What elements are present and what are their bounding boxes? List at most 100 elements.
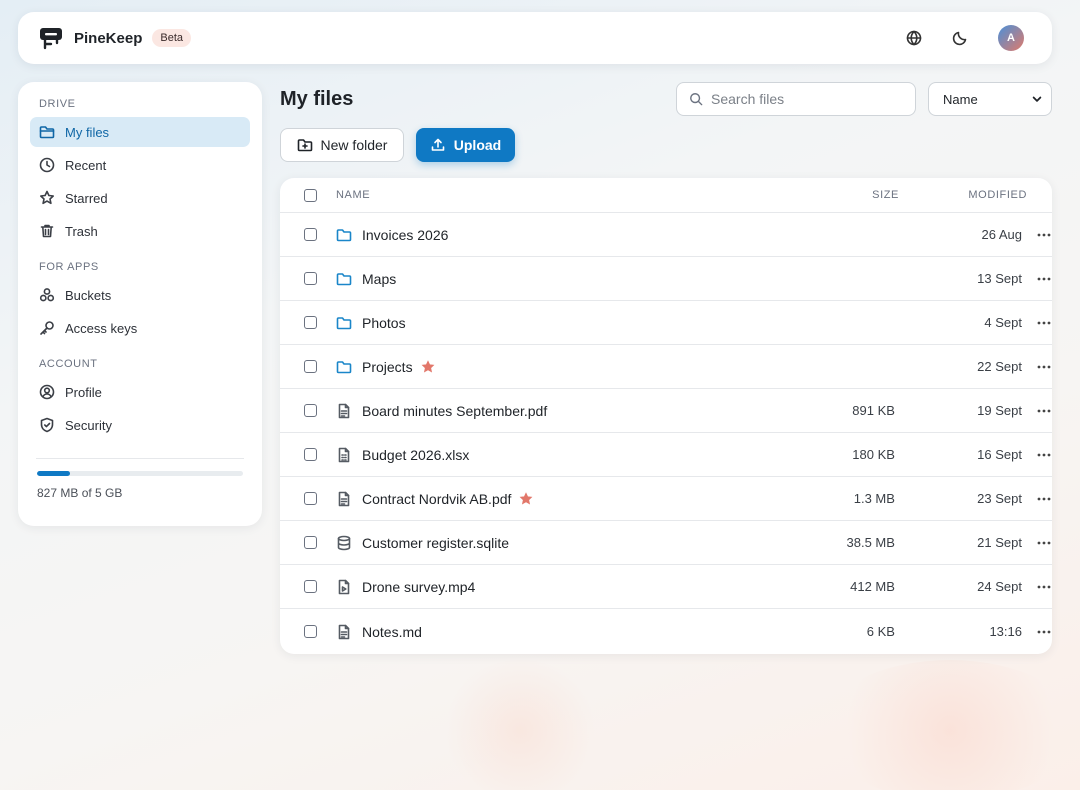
file-modified: 23 Sept (977, 491, 1022, 506)
pinekeep-logo-icon[interactable] (38, 25, 64, 51)
file-text-icon (336, 491, 352, 507)
select-all-checkbox[interactable] (304, 188, 317, 202)
file-name-cell[interactable]: Notes.md (336, 624, 753, 640)
upload-button[interactable]: Upload (416, 128, 515, 162)
upload-icon (430, 137, 446, 153)
file-name-cell[interactable]: Contract Nordvik AB.pdf (336, 491, 753, 507)
row-checkbox[interactable] (304, 228, 317, 241)
table-row[interactable]: Photos 4 Sept (280, 301, 1052, 345)
more-actions-icon[interactable] (1036, 359, 1052, 375)
column-header-name[interactable]: NAME (336, 189, 756, 201)
sidebar-item-buckets[interactable]: Buckets (30, 280, 250, 310)
search-box[interactable] (676, 82, 916, 116)
file-name[interactable]: Contract Nordvik AB.pdf (362, 491, 511, 507)
file-name-cell[interactable]: Customer register.sqlite (336, 535, 753, 551)
file-name[interactable]: Board minutes September.pdf (362, 403, 547, 419)
file-text-icon (336, 403, 352, 419)
file-name[interactable]: Photos (362, 315, 406, 331)
file-size: 6 KB (866, 624, 895, 639)
search-input[interactable] (711, 91, 901, 107)
file-name-cell[interactable]: Maps (336, 271, 753, 287)
sidebar-item-access-keys[interactable]: Access keys (30, 313, 250, 343)
file-text-icon (336, 624, 352, 640)
file-name[interactable]: Notes.md (362, 624, 422, 640)
sort-select-value: Name (943, 91, 978, 107)
more-actions-icon[interactable] (1036, 227, 1052, 243)
file-table: NAME SIZE MODIFIED Invoices 2026 26 Aug Ma… (280, 178, 1052, 654)
sidebar-item-label: Starred (65, 190, 108, 206)
table-row[interactable]: Maps 13 Sept (280, 257, 1052, 301)
file-modified: 22 Sept (977, 359, 1022, 374)
row-checkbox[interactable] (304, 316, 317, 329)
more-actions-icon[interactable] (1036, 447, 1052, 463)
file-name-cell[interactable]: Photos (336, 315, 753, 331)
file-name[interactable]: Drone survey.mp4 (362, 579, 475, 595)
background-glow (440, 660, 600, 790)
row-checkbox[interactable] (304, 404, 317, 417)
globe-icon[interactable] (906, 30, 922, 46)
table-row[interactable]: Budget 2026.xlsx 180 KB 16 Sept (280, 433, 1052, 477)
table-row[interactable]: Notes.md 6 KB 13:16 (280, 609, 1052, 654)
file-name[interactable]: Maps (362, 271, 396, 287)
row-checkbox[interactable] (304, 625, 317, 638)
starred-icon (421, 359, 435, 374)
sidebar-item-trash[interactable]: Trash (30, 216, 250, 246)
more-actions-icon[interactable] (1036, 491, 1052, 507)
sidebar: DRIVE My files Recent Starred Trash FOR … (18, 82, 262, 526)
table-row[interactable]: Projects 22 Sept (280, 345, 1052, 389)
file-name-cell[interactable]: Projects (336, 359, 753, 375)
column-header-size[interactable]: SIZE (756, 189, 899, 201)
row-checkbox[interactable] (304, 580, 317, 593)
row-checkbox[interactable] (304, 536, 317, 549)
sidebar-item-security[interactable]: Security (30, 410, 250, 440)
sidebar-item-recent[interactable]: Recent (30, 150, 250, 180)
page-title: My files (280, 88, 354, 110)
more-actions-icon[interactable] (1036, 403, 1052, 419)
file-spreadsheet-icon (336, 447, 352, 463)
file-name-cell[interactable]: Invoices 2026 (336, 227, 753, 243)
sidebar-item-profile[interactable]: Profile (30, 377, 250, 407)
more-actions-icon[interactable] (1036, 535, 1052, 551)
file-modified: 24 Sept (977, 579, 1022, 594)
file-modified: 4 Sept (984, 315, 1022, 330)
file-name[interactable]: Invoices 2026 (362, 227, 448, 243)
new-folder-button[interactable]: New folder (280, 128, 404, 162)
more-actions-icon[interactable] (1036, 271, 1052, 287)
more-actions-icon[interactable] (1036, 315, 1052, 331)
file-name[interactable]: Customer register.sqlite (362, 535, 509, 551)
sort-select[interactable]: Name (928, 82, 1052, 116)
file-name-cell[interactable]: Budget 2026.xlsx (336, 447, 753, 463)
folder-plus-icon (297, 137, 313, 153)
moon-icon[interactable] (952, 30, 968, 46)
table-header: NAME SIZE MODIFIED (280, 178, 1052, 213)
row-checkbox[interactable] (304, 360, 317, 373)
file-modified: 16 Sept (977, 447, 1022, 462)
sidebar-item-label: Profile (65, 384, 102, 400)
avatar[interactable]: A (998, 25, 1024, 51)
table-row[interactable]: Board minutes September.pdf 891 KB 19 Sept (280, 389, 1052, 433)
more-actions-icon[interactable] (1036, 624, 1052, 640)
file-name[interactable]: Projects (362, 359, 413, 375)
sidebar-item-my-files[interactable]: My files (30, 117, 250, 147)
column-header-modified[interactable]: MODIFIED (899, 189, 1027, 201)
file-size: 412 MB (850, 579, 895, 594)
file-name[interactable]: Budget 2026.xlsx (362, 447, 469, 463)
sidebar-item-starred[interactable]: Starred (30, 183, 250, 213)
file-modified: 13:16 (989, 624, 1022, 639)
divider (36, 458, 244, 459)
trash-icon (39, 223, 55, 239)
table-row[interactable]: Invoices 2026 26 Aug (280, 213, 1052, 257)
table-row[interactable]: Customer register.sqlite 38.5 MB 21 Sept (280, 521, 1052, 565)
new-folder-label: New folder (320, 137, 388, 153)
file-name-cell[interactable]: Board minutes September.pdf (336, 403, 753, 419)
folder-icon (336, 227, 352, 243)
row-checkbox[interactable] (304, 272, 317, 285)
table-row[interactable]: Contract Nordvik AB.pdf 1.3 MB 23 Sept (280, 477, 1052, 521)
storage-progress-bar (37, 471, 243, 476)
row-checkbox[interactable] (304, 492, 317, 505)
more-actions-icon[interactable] (1036, 579, 1052, 595)
table-row[interactable]: Drone survey.mp4 412 MB 24 Sept (280, 565, 1052, 609)
row-checkbox[interactable] (304, 448, 317, 461)
file-name-cell[interactable]: Drone survey.mp4 (336, 579, 753, 595)
sidebar-item-label: Access keys (65, 320, 138, 336)
